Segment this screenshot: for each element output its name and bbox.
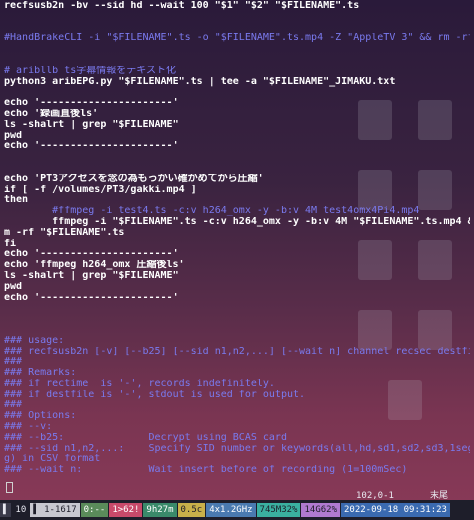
editor-line: ### recfsusb2n [-v] [--b25] [--sid n1,n2… bbox=[4, 346, 470, 357]
status-segment: 2022-09-18 09:31:23 bbox=[341, 503, 450, 517]
editor-line: echo '録画直後ls' bbox=[4, 108, 99, 119]
status-segment[interactable]: 10 bbox=[12, 503, 30, 517]
editor-line: ### Options: bbox=[4, 411, 77, 422]
editor-line: ### --v: bbox=[4, 422, 53, 433]
editor-line: ### --wait n: Wait insert before of reco… bbox=[4, 465, 408, 476]
editor-line: python3 aribEPG.py "$FILENAME".ts | tee … bbox=[4, 76, 396, 87]
editor-line: #ffmpeg -i test4.ts -c:v h264_omx -y -b:… bbox=[4, 206, 420, 217]
editor-line: m -rf "$FILENAME".ts bbox=[4, 227, 125, 238]
editor-line: echo 'PT3アクセスを念の為もっかい確かめてから圧縮' bbox=[4, 173, 264, 184]
editor-line: ### --b25: Decrypt using BCAS card bbox=[4, 432, 287, 443]
editor-line: ffmpeg -i "$FILENAME".ts -c:v h264_omx -… bbox=[4, 216, 470, 227]
editor-line: ### if rectime is '-', records indefinit… bbox=[4, 378, 275, 389]
terminal-editor[interactable]: recfsusb2n -bv --sid hd --wait 100 "$1" … bbox=[0, 0, 474, 500]
status-segment: 4x1.2GHz bbox=[206, 503, 256, 517]
status-segment: 9h27m bbox=[143, 503, 177, 517]
editor-line: pwd bbox=[4, 130, 23, 141]
editor-line: ls -shalrt | grep "$FILENAME" bbox=[4, 270, 179, 281]
status-segment: 0.5c bbox=[177, 503, 206, 517]
editor-line: ### bbox=[4, 357, 23, 368]
editor-line: recfsusb2n -bv --sid hd --wait 100 "$1" … bbox=[4, 1, 360, 11]
editor-line: ### bbox=[4, 400, 23, 411]
editor-line: ### Remarks: bbox=[4, 368, 77, 379]
tmux-status-bar: ▌ 10 ▌ 1-1617 0:-- 1>62! 9h27m 0.5c 4x1.2GHz 745… bbox=[0, 500, 474, 520]
status-segment: 1>62! bbox=[109, 503, 143, 517]
editor-line: fi bbox=[4, 238, 17, 249]
editor-line: ### if destfile is '-', stdout is used f… bbox=[4, 389, 306, 400]
editor-line: ### usage: bbox=[4, 335, 65, 346]
status-segment: 14G62% bbox=[301, 503, 340, 517]
editor-line: # aribllb ts字幕情報をテキスト化 bbox=[4, 65, 176, 76]
text-cursor bbox=[6, 482, 13, 493]
status-segment: ▌ bbox=[0, 503, 12, 517]
editor-line: echo '----------------------' bbox=[4, 249, 179, 260]
editor-line: echo '----------------------' bbox=[4, 292, 179, 303]
status-segment: ▌ 1-1617 bbox=[30, 503, 80, 517]
editor-line: echo '----------------------' bbox=[4, 98, 179, 109]
editor-line: ls -shalrt | grep "$FILENAME" bbox=[4, 119, 179, 130]
editor-line: ### --sid n1,n2,...: Specify SID number … bbox=[4, 443, 470, 454]
status-segment: 0:-- bbox=[80, 503, 109, 517]
editor-line: echo '----------------------' bbox=[4, 141, 179, 152]
status-segment: 745M32% bbox=[256, 503, 301, 517]
editor-line: echo 'ffmpeg h264_omx 圧縮後ls' bbox=[4, 260, 185, 271]
editor-line: if [ -f /volumes/PT3/gakki.mp4 ] bbox=[4, 184, 197, 195]
editor-line: g) in CSV format bbox=[4, 454, 101, 465]
editor-line: then bbox=[4, 195, 29, 206]
editor-line: #HandBrakeCLI -i "$FILENAME".ts -o "$FIL… bbox=[4, 33, 470, 44]
editor-line: pwd bbox=[4, 281, 23, 292]
